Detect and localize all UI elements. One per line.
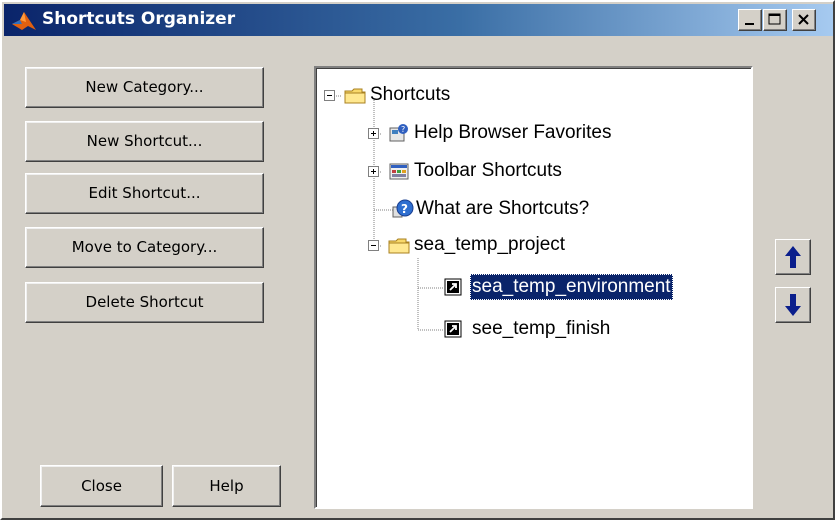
tree-node-label: see_temp_finish — [472, 318, 611, 339]
shortcuts-organizer-window: Shortcuts Organizer New Category... New … — [0, 0, 835, 520]
tree-node-label: sea_temp_environment — [470, 274, 673, 300]
window-title: Shortcuts Organizer — [42, 9, 236, 29]
tree-node-sea-temp-environment[interactable]: sea_temp_environment — [316, 274, 746, 302]
close-window-button[interactable] — [792, 9, 816, 31]
folder-icon — [388, 238, 410, 254]
maximize-button[interactable] — [763, 9, 787, 31]
delete-shortcut-button[interactable]: Delete Shortcut — [25, 282, 264, 323]
tree-node-label: What are Shortcuts? — [416, 198, 590, 219]
tree-node-what-are-shortcuts[interactable]: ? What are Shortcuts? — [316, 196, 736, 224]
tree-node-label: sea_temp_project — [414, 234, 566, 255]
help-icon: ? — [392, 199, 414, 218]
edit-shortcut-button[interactable]: Edit Shortcut... — [25, 173, 264, 214]
move-to-category-button[interactable]: Move to Category... — [25, 227, 264, 268]
matlab-logo-icon — [12, 12, 36, 30]
tree-node-see-temp-finish[interactable]: see_temp_finish — [316, 316, 746, 344]
move-up-button[interactable] — [775, 239, 811, 275]
tree-node-label: Help Browser Favorites — [414, 122, 612, 143]
tree-node-toolbar-shortcuts[interactable]: Toolbar Shortcuts — [316, 158, 736, 186]
new-shortcut-button[interactable]: New Shortcut... — [25, 121, 264, 162]
minimize-icon — [745, 23, 754, 25]
new-category-button[interactable]: New Category... — [25, 67, 264, 108]
svg-text:?: ? — [401, 125, 405, 134]
help-favorites-icon: ? — [389, 124, 408, 142]
shortcut-icon — [444, 278, 462, 296]
tree-node-label: Shortcuts — [370, 84, 451, 105]
minimize-button[interactable] — [738, 9, 762, 31]
expand-toggle[interactable] — [368, 128, 379, 139]
close-icon — [798, 14, 809, 25]
folder-icon — [344, 88, 366, 104]
arrow-down-icon — [785, 294, 801, 316]
tree-node-shortcuts[interactable]: Shortcuts — [316, 82, 516, 110]
help-button[interactable]: Help — [172, 465, 281, 507]
tree-node-sea-temp-project[interactable]: sea_temp_project — [316, 232, 736, 260]
tree-node-help-browser-favorites[interactable]: ? Help Browser Favorites — [316, 120, 736, 148]
close-button[interactable]: Close — [40, 465, 163, 507]
arrow-up-icon — [785, 246, 801, 268]
collapse-toggle[interactable] — [368, 240, 379, 251]
move-down-button[interactable] — [775, 287, 811, 323]
title-bar[interactable]: Shortcuts Organizer — [4, 4, 833, 36]
shortcuts-tree[interactable]: Shortcuts ? Help Browser Favorites Toolb… — [314, 66, 753, 509]
maximize-icon — [768, 13, 781, 25]
svg-text:?: ? — [401, 202, 408, 216]
shortcut-icon — [444, 320, 462, 338]
toolbar-icon — [389, 163, 409, 180]
tree-node-label: Toolbar Shortcuts — [414, 160, 562, 181]
collapse-toggle[interactable] — [324, 90, 335, 101]
expand-toggle[interactable] — [368, 166, 379, 177]
